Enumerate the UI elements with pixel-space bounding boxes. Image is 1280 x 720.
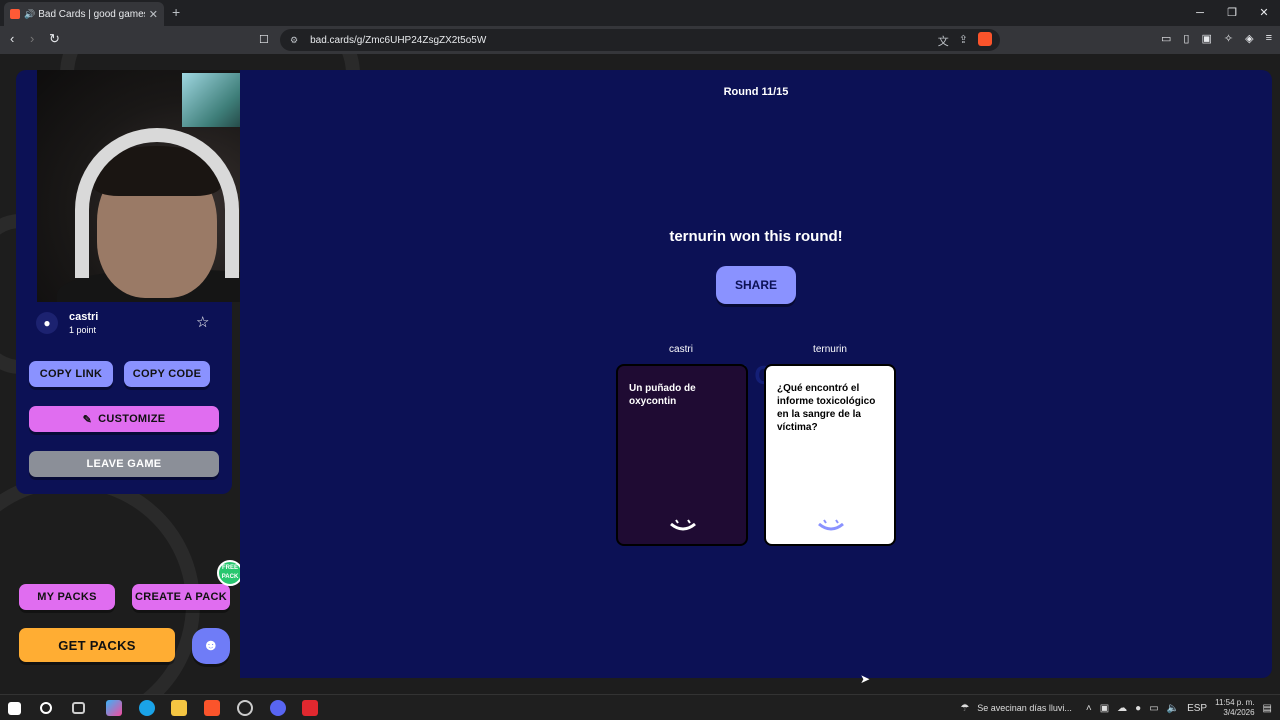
close-window-button[interactable]: ✕ xyxy=(1248,0,1280,26)
round-indicator: Round 11/15 xyxy=(723,86,789,98)
winner-text: ternurin won this round! xyxy=(669,228,843,245)
player-row: ● castri 1 point ☆ xyxy=(36,310,228,340)
task-view-icon[interactable] xyxy=(72,702,85,714)
cast-icon[interactable]: ▭ xyxy=(1161,32,1171,45)
user-icon: ● xyxy=(36,312,58,334)
sidebar-icon[interactable]: ▯ xyxy=(1183,32,1189,45)
my-packs-button[interactable]: MY PACKS xyxy=(19,584,115,610)
wallet-icon[interactable]: ▣ xyxy=(1201,32,1211,45)
tray-icon[interactable]: ▣ xyxy=(1100,703,1109,714)
notification-icon[interactable]: ▤ xyxy=(1263,703,1272,714)
obs-icon[interactable] xyxy=(237,700,253,716)
audio-icon[interactable]: 🔊 xyxy=(24,9,35,20)
player-points: 1 point xyxy=(69,325,97,335)
share-button[interactable]: SHARE xyxy=(716,266,796,304)
new-tab-button[interactable]: + xyxy=(172,4,180,20)
mouse-cursor-icon: ➤ xyxy=(860,672,871,686)
copy-code-button[interactable]: COPY CODE xyxy=(124,361,210,387)
create-pack-button[interactable]: CREATE A PACK xyxy=(132,584,230,610)
discord-icon: ☻ xyxy=(202,637,220,654)
copy-link-button[interactable]: COPY LINK xyxy=(29,361,113,387)
player-name: castri xyxy=(69,311,99,323)
toolbar-icons: ▭ ▯ ▣ ✧ ◈ ≡ xyxy=(1161,32,1272,45)
file-explorer-icon[interactable] xyxy=(171,700,187,716)
card-text: Un puñado de oxycontin xyxy=(629,383,696,407)
copilot-icon[interactable] xyxy=(106,700,122,716)
forward-icon[interactable]: › xyxy=(30,31,34,46)
chevron-up-icon[interactable]: ˄ xyxy=(1086,703,1092,714)
question-card[interactable]: ¿Qué encontró el informe toxicológico en… xyxy=(764,364,896,546)
reload-icon[interactable]: ↻ xyxy=(49,31,60,47)
language-indicator[interactable]: ESP xyxy=(1187,703,1207,714)
bookmark-icon[interactable]: ☐ xyxy=(259,33,269,46)
network-icon[interactable]: ▭ xyxy=(1149,703,1158,714)
card-player-label: castri xyxy=(669,344,693,355)
bad-cards-smile-icon xyxy=(670,519,696,531)
vpn-icon[interactable]: ◈ xyxy=(1245,32,1253,45)
weather-text[interactable]: Se avecinan días lluvi... xyxy=(977,703,1072,713)
clock-time: 11:54 p. m. xyxy=(1215,698,1255,707)
brave-favicon-icon xyxy=(10,9,20,19)
minimize-button[interactable]: ─ xyxy=(1184,0,1216,26)
headphones xyxy=(75,128,239,278)
url-field[interactable]: ⚙ bad.cards/g/Zmc6UHP24ZsgZX2t5o5W 文 ⇪ xyxy=(280,29,1000,51)
brave-icon[interactable] xyxy=(204,700,220,716)
brave-shield-icon[interactable] xyxy=(978,32,992,46)
start-icon[interactable] xyxy=(8,702,21,715)
leo-icon[interactable]: ✧ xyxy=(1224,32,1233,45)
windows-taskbar: ☂ Se avecinan días lluvi... ˄ ▣ ☁ ● ▭ 🔈 … xyxy=(0,694,1280,720)
clock-date: 3/4/2026 xyxy=(1223,708,1255,717)
clock[interactable]: 11:54 p. m. 3/4/2026 xyxy=(1215,698,1254,718)
bad-cards-smile-icon xyxy=(818,519,844,531)
cloud-icon[interactable]: ☁ xyxy=(1117,703,1127,714)
customize-button[interactable]: ✎ CUSTOMIZE xyxy=(29,406,219,432)
card-player-label: ternurin xyxy=(813,344,847,355)
get-packs-button[interactable]: GET PACKS xyxy=(19,628,175,662)
edge-icon[interactable] xyxy=(139,700,155,716)
back-icon[interactable]: ‹ xyxy=(10,31,14,46)
close-tab-icon[interactable]: ✕ xyxy=(149,8,158,21)
star-icon[interactable]: ☆ xyxy=(196,313,209,331)
tab-title: Bad Cards | good games for y xyxy=(38,8,145,20)
site-info-icon[interactable]: ⚙ xyxy=(290,35,298,46)
translate-icon[interactable]: 文 xyxy=(938,33,949,49)
card-text: ¿Qué encontró el informe toxicológico en… xyxy=(777,383,876,433)
game-panel: Round 11/15 ternurin won this round! SHA… xyxy=(240,70,1272,678)
address-bar: ‹ › ↻ ☐ ⚙ bad.cards/g/Zmc6UHP24ZsgZX2t5o… xyxy=(0,26,1280,54)
page-viewport: J ● castri 1 point ☆ COPY LINK COPY CODE… xyxy=(0,54,1280,694)
discord-button[interactable]: ☻ xyxy=(192,628,230,664)
weather-icon[interactable]: ☂ xyxy=(960,703,969,714)
answer-card[interactable]: Un puñado de oxycontin xyxy=(616,364,748,546)
menu-icon[interactable]: ≡ xyxy=(1266,32,1272,45)
leave-game-button[interactable]: LEAVE GAME xyxy=(29,451,219,477)
discord-app-icon[interactable] xyxy=(270,700,286,716)
search-icon[interactable] xyxy=(40,702,52,714)
customize-label: CUSTOMIZE xyxy=(98,413,166,425)
tab-bar: 🔊 Bad Cards | good games for y ✕ + ─ ❐ ✕ xyxy=(0,0,1280,26)
system-tray: ☂ Se avecinan días lluvi... ˄ ▣ ☁ ● ▭ 🔈 … xyxy=(960,695,1280,720)
mic-icon[interactable]: ● xyxy=(1135,703,1141,714)
pencil-icon: ✎ xyxy=(82,413,93,426)
tab-bad-cards[interactable]: 🔊 Bad Cards | good games for y ✕ xyxy=(4,2,164,26)
window-controls: ─ ❐ ✕ xyxy=(1184,0,1280,26)
maximize-button[interactable]: ❐ xyxy=(1216,0,1248,26)
share-page-icon[interactable]: ⇪ xyxy=(959,33,968,49)
volume-icon[interactable]: 🔈 xyxy=(1167,703,1179,714)
url-text: bad.cards/g/Zmc6UHP24ZsgZX2t5o5W xyxy=(310,34,487,46)
app-icon[interactable] xyxy=(302,700,318,716)
